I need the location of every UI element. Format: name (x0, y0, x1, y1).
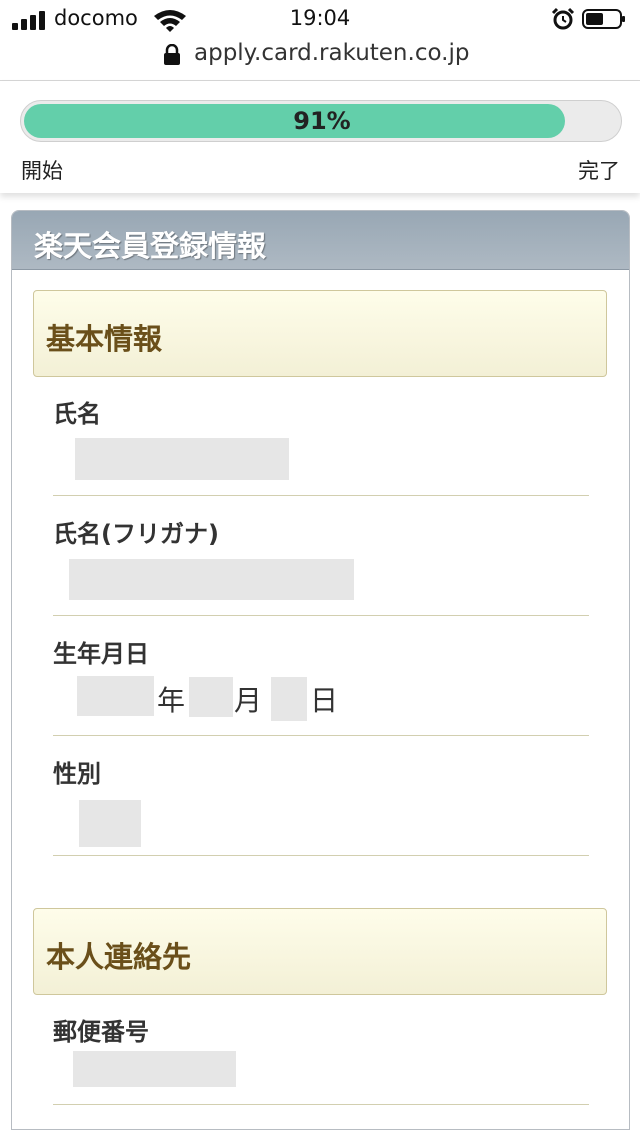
divider (53, 495, 589, 496)
panel-header: 楽天会員登録情報 (12, 211, 629, 270)
progress-section: 91% 開始 完了 (0, 81, 640, 193)
progress-bar: 91% (20, 100, 622, 142)
label-gender: 性別 (53, 760, 101, 788)
label-birthdate: 生年月日 (53, 640, 149, 668)
birth-day-redacted (271, 677, 307, 721)
section-header-contact: 本人連絡先 (33, 908, 607, 995)
name-value-redacted (75, 438, 289, 480)
birth-day-unit: 日 (310, 684, 339, 717)
birth-year-redacted (77, 676, 154, 716)
divider (53, 1104, 589, 1105)
battery-icon (582, 9, 625, 29)
divider (53, 735, 589, 736)
section-title: 本人連絡先 (46, 940, 192, 974)
birth-month-redacted (189, 677, 233, 717)
gender-value-redacted (79, 800, 141, 847)
label-postal-code: 郵便番号 (53, 1018, 149, 1046)
member-info-panel: 楽天会員登録情報 基本情報 氏名 氏名(フリガナ) 生年月日 年 月 日 性別 … (11, 210, 630, 1130)
status-bar: docomo 19:04 (0, 0, 640, 40)
address-bar[interactable]: apply.card.rakuten.co.jp (0, 36, 640, 81)
panel-title: 楽天会員登録情報 (34, 229, 267, 263)
section-header-basic-info: 基本情報 (33, 290, 607, 377)
divider (53, 855, 589, 856)
progress-end-label: 完了 (578, 159, 620, 183)
section-title: 基本情報 (46, 322, 163, 356)
postal-code-redacted (73, 1051, 236, 1087)
alarm-clock-icon (551, 7, 575, 30)
label-name: 氏名 (53, 400, 101, 428)
progress-start-label: 開始 (21, 159, 63, 183)
birth-month-unit: 月 (234, 684, 263, 717)
birth-year-unit: 年 (157, 684, 186, 717)
status-time: 19:04 (289, 6, 351, 30)
lock-icon (164, 44, 180, 65)
url-text: apply.card.rakuten.co.jp (194, 40, 470, 66)
furigana-value-redacted (69, 559, 354, 600)
label-furigana: 氏名(フリガナ) (53, 520, 219, 548)
divider (53, 615, 589, 616)
progress-percent: 91% (293, 107, 351, 135)
